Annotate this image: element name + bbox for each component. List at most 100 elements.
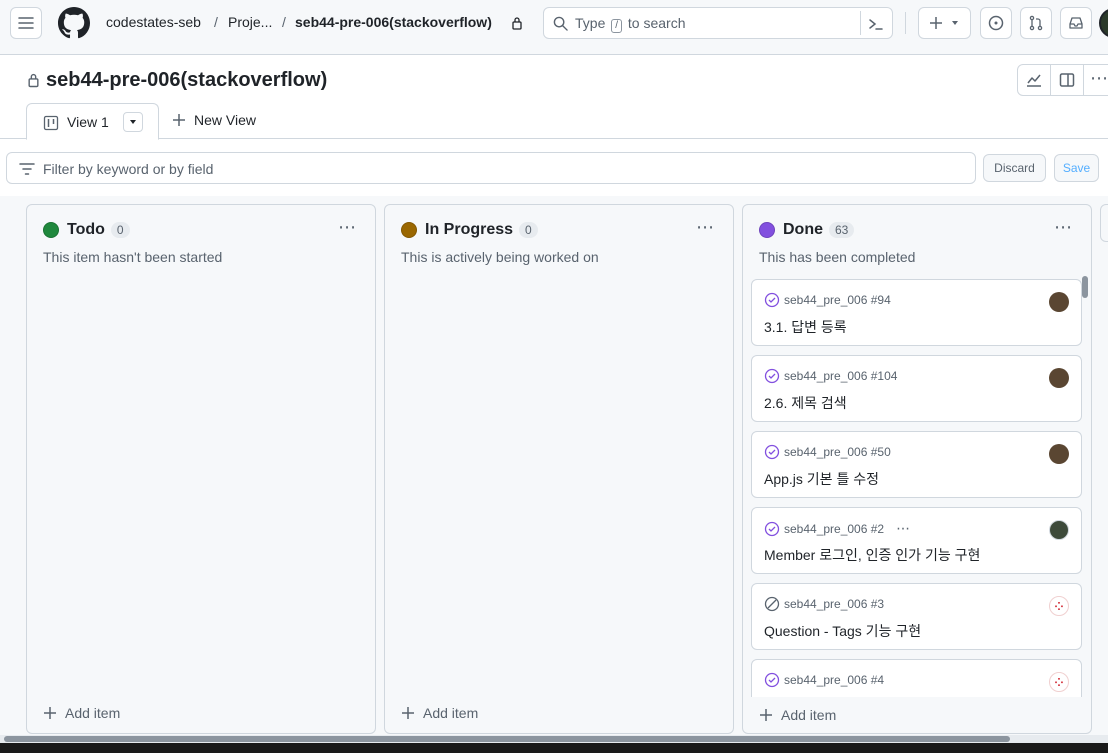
column-menu-icon[interactable]: ⋯: [1054, 217, 1073, 238]
graph-icon: [1027, 74, 1041, 87]
check-circle-icon: [764, 444, 780, 460]
column-header: Todo 0: [43, 221, 130, 239]
board-icon: [43, 115, 59, 131]
inbox-icon: [1069, 17, 1083, 29]
plus-icon: [402, 707, 414, 719]
card-title[interactable]: 3.1. 답변 등록: [764, 317, 847, 337]
column-count: 0: [519, 222, 538, 238]
check-circle-icon: [764, 368, 780, 384]
search-placeholder-type: Type: [575, 15, 606, 31]
card-reference: seb44_pre_006 #104: [784, 369, 898, 383]
view-options-button[interactable]: [123, 112, 143, 132]
card-title[interactable]: Member 로그인, 인증 인가 기능 구현: [764, 545, 980, 565]
assignee-avatar[interactable]: [1049, 444, 1069, 464]
column-menu-icon[interactable]: ⋯: [338, 217, 357, 238]
divider: [860, 11, 861, 35]
breadcrumb-projects[interactable]: Proje...: [228, 14, 272, 30]
card-reference: seb44_pre_006 #4: [784, 673, 885, 687]
column-header: In Progress 0: [401, 221, 538, 239]
project-header: seb44-pre-006(stackoverflow) ⋯: [0, 55, 1108, 139]
vertical-scrollbar[interactable]: [1082, 276, 1088, 298]
add-item-button[interactable]: Add item: [759, 707, 836, 723]
triangle-down-icon: [130, 120, 136, 124]
assignee-avatar[interactable]: ⁘: [1049, 672, 1069, 692]
next-column-edge[interactable]: [1100, 204, 1108, 242]
issues-button[interactable]: [980, 7, 1012, 39]
check-circle-icon: [764, 292, 780, 308]
user-avatar[interactable]: [1099, 8, 1108, 38]
column-title: Todo: [67, 221, 105, 238]
command-palette-icon[interactable]: [868, 16, 884, 32]
issue-circle-icon: [988, 15, 1004, 31]
desktop-background-strip: [0, 743, 1108, 753]
hamburger-menu-button[interactable]: [10, 7, 42, 39]
breadcrumb-project[interactable]: seb44-pre-006(stackoverflow): [295, 14, 492, 30]
column-description: This is actively being worked on: [401, 249, 599, 265]
column-todo: Todo 0 ⋯ This item hasn't been started A…: [26, 204, 376, 734]
board: Todo 0 ⋯ This item hasn't been started A…: [0, 196, 1108, 736]
tab-view-1[interactable]: View 1: [26, 103, 159, 140]
card-title[interactable]: App.js 기본 틀 수정: [764, 469, 879, 489]
column-menu-icon[interactable]: ⋯: [696, 217, 715, 238]
filter-placeholder: Filter by keyword or by field: [43, 161, 214, 177]
check-circle-icon: [764, 672, 780, 688]
breadcrumb-separator: /: [214, 14, 218, 30]
plus-icon: [929, 17, 942, 29]
breadcrumb-org[interactable]: codestates-seb: [106, 14, 201, 30]
new-view-label: New View: [194, 112, 256, 128]
add-item-label: Add item: [65, 705, 121, 721]
horizontal-scrollbar-thumb[interactable]: [4, 736, 1010, 742]
issue-card[interactable]: seb44_pre_006 #94 3.1. 답변 등록: [751, 279, 1082, 346]
divider: [905, 12, 906, 34]
inbox-button[interactable]: [1060, 7, 1092, 39]
column-in-progress: In Progress 0 ⋯ This is actively being w…: [384, 204, 734, 734]
search-shortcut-key: /: [611, 19, 623, 33]
search-placeholder: Type / to search: [575, 15, 686, 33]
insights-button[interactable]: [1026, 72, 1042, 91]
issue-card[interactable]: seb44_pre_006 #104 2.6. 제목 검색: [751, 355, 1082, 422]
github-logo[interactable]: [58, 7, 90, 39]
divider: [1050, 65, 1051, 95]
new-view-button[interactable]: New View: [172, 112, 256, 128]
card-title[interactable]: 2.6. 제목 검색: [764, 393, 847, 413]
plus-icon: [173, 114, 185, 126]
assignee-avatar[interactable]: [1049, 520, 1069, 540]
card-title[interactable]: Question - Tags 기능 구현: [764, 621, 921, 641]
pull-requests-button[interactable]: [1020, 7, 1052, 39]
save-button[interactable]: Save: [1054, 154, 1099, 182]
tab-view-1-label: View 1: [67, 114, 109, 130]
triangle-down-icon: [952, 21, 959, 25]
column-header: Done 63: [759, 221, 855, 239]
side-panel-button[interactable]: [1059, 72, 1075, 91]
sidebar-expand-icon: [1059, 73, 1075, 87]
create-new-button[interactable]: [918, 7, 971, 39]
card-reference: seb44_pre_006 #94: [784, 293, 891, 307]
assignee-avatar[interactable]: [1049, 292, 1069, 312]
filter-input[interactable]: Filter by keyword or by field: [6, 152, 976, 184]
add-item-button[interactable]: Add item: [43, 705, 120, 721]
global-search[interactable]: Type / to search: [543, 7, 893, 39]
assignee-avatar[interactable]: ⁘: [1049, 596, 1069, 616]
issue-card[interactable]: seb44_pre_006 #4 ⁘: [751, 659, 1082, 697]
issue-card[interactable]: seb44_pre_006 #3 Question - Tags 기능 구현 ⁘: [751, 583, 1082, 650]
column-description: This item hasn't been started: [43, 249, 223, 265]
add-item-button[interactable]: Add item: [401, 705, 478, 721]
lock-icon: [28, 73, 39, 88]
column-done: Done 63 ⋯ This has been completed seb44_…: [742, 204, 1092, 734]
project-toolbar: ⋯: [1017, 64, 1108, 96]
card-menu-icon[interactable]: ⋯: [896, 520, 911, 537]
global-header: codestates-seb / Proje... / seb44-pre-00…: [0, 0, 1108, 55]
hamburger-icon: [18, 17, 34, 29]
assignee-avatar[interactable]: [1049, 368, 1069, 388]
kebab-menu-icon[interactable]: ⋯: [1090, 68, 1108, 89]
issue-card[interactable]: seb44_pre_006 #50 App.js 기본 틀 수정: [751, 431, 1082, 498]
check-circle-icon: [764, 521, 780, 536]
card-list: seb44_pre_006 #94 3.1. 답변 등록 seb44_pre_0…: [743, 277, 1091, 697]
status-dot-icon: [759, 222, 775, 238]
divider: [1083, 65, 1084, 95]
search-icon: [553, 16, 568, 31]
horizontal-scrollbar[interactable]: [0, 735, 1108, 743]
pull-request-icon: [1029, 15, 1043, 31]
discard-button[interactable]: Discard: [983, 154, 1046, 182]
issue-card[interactable]: seb44_pre_006 #2 ⋯ Member 로그인, 인증 인가 기능 구…: [751, 507, 1082, 574]
